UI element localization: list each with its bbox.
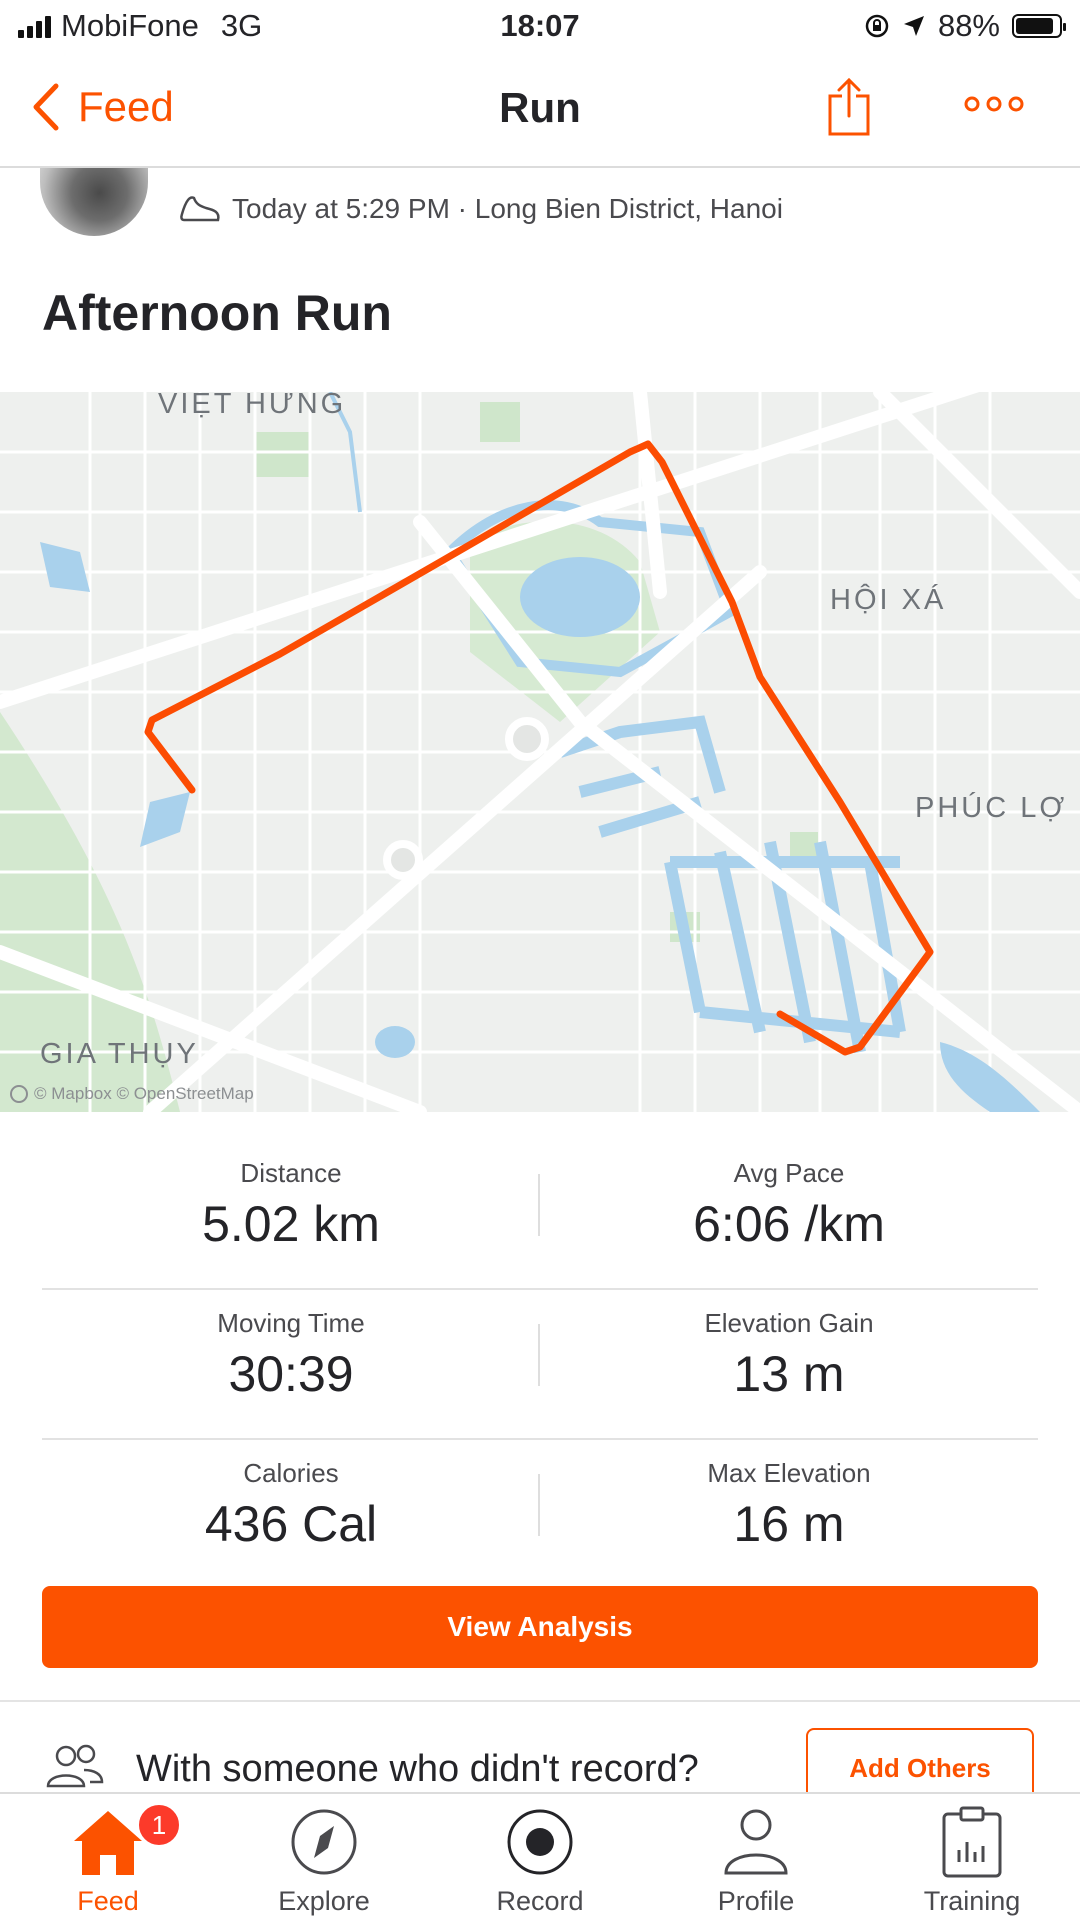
route-map[interactable]: VIỆT HƯNG HỘI XÁ PHÚC LỢ GIA THỤY © Mapb… [0, 392, 1080, 1112]
tab-label: Profile [717, 1886, 795, 1916]
stat-max-elevation: Max Elevation 16 m [540, 1458, 1038, 1553]
stats-grid: Distance 5.02 km Avg Pace 6:06 /km Movin… [42, 1140, 1038, 1588]
status-bar: MobiFone 3G 18:07 88% [0, 0, 1080, 54]
mapbox-logo-icon [10, 1085, 28, 1103]
tab-explore[interactable]: Explore [216, 1802, 432, 1917]
stat-row: Distance 5.02 km Avg Pace 6:06 /km [42, 1140, 1038, 1290]
nav-header: Feed Run [0, 54, 1080, 168]
stat-elevation-gain: Elevation Gain 13 m [540, 1308, 1038, 1403]
roundabout [505, 717, 549, 761]
rotation-lock-icon [865, 14, 889, 38]
stat-value: 13 m [733, 1346, 845, 1402]
compass-icon [291, 1809, 357, 1875]
map-label-viet-hung: VIỆT HƯNG [158, 392, 347, 420]
share-icon[interactable] [826, 76, 872, 138]
attribution-text: © Mapbox © OpenStreetMap [34, 1084, 254, 1103]
stat-value: 436 Cal [204, 1496, 378, 1552]
tab-record[interactable]: Record [432, 1802, 648, 1917]
park-area [255, 432, 310, 477]
lake [520, 557, 640, 637]
tab-label: Record [496, 1886, 584, 1916]
activity-meta: Today at 5:29 PM · Long Bien District, H… [178, 192, 783, 226]
map-canvas [0, 392, 1080, 1112]
stat-value: 16 m [733, 1496, 845, 1552]
map-label-phuc-loi: PHÚC LỢ [915, 792, 1068, 824]
stat-label: Calories [243, 1458, 339, 1488]
notification-badge: 1 [136, 1802, 182, 1848]
tab-profile[interactable]: Profile [648, 1802, 864, 1917]
stat-moving-time: Moving Time 30:39 [42, 1308, 540, 1403]
stat-row: Moving Time 30:39 Elevation Gain 13 m [42, 1290, 1038, 1440]
map-label-gia-thuy: GIA THỤY [40, 1038, 199, 1070]
record-icon [507, 1809, 573, 1875]
battery-percent: 88% [937, 8, 1000, 43]
view-analysis-button[interactable]: View Analysis [42, 1586, 1038, 1668]
stat-row: Calories 436 Cal Max Elevation 16 m [42, 1440, 1038, 1588]
pond [40, 542, 90, 592]
clipboard-chart-icon [942, 1806, 1002, 1878]
roundabout [383, 840, 423, 880]
stat-calories: Calories 436 Cal [42, 1458, 540, 1553]
tab-feed[interactable]: 1 Feed [0, 1802, 216, 1917]
tab-label: Feed [77, 1886, 139, 1916]
more-options-icon[interactable] [964, 94, 1024, 114]
tab-label: Training [923, 1886, 1021, 1916]
stat-value: 5.02 km [202, 1196, 380, 1252]
home-icon [74, 1811, 142, 1875]
map-attribution[interactable]: © Mapbox © OpenStreetMap [10, 1084, 254, 1104]
stat-label: Distance [240, 1158, 342, 1188]
stat-avg-pace: Avg Pace 6:06 /km [540, 1158, 1038, 1253]
stat-value: 30:39 [228, 1346, 354, 1402]
people-icon [46, 1744, 104, 1788]
pond [140, 792, 190, 847]
stat-label: Max Elevation [707, 1458, 871, 1488]
with-others-row: With someone who didn't record? Add Othe… [0, 1704, 1080, 1808]
park-area [480, 402, 520, 442]
pond [375, 1026, 415, 1058]
stat-distance: Distance 5.02 km [42, 1158, 540, 1253]
location-arrow-icon [903, 16, 924, 36]
with-others-text: With someone who didn't record? [136, 1748, 699, 1790]
tab-training[interactable]: Training [864, 1802, 1080, 1917]
tab-label: Explore [278, 1886, 370, 1916]
battery-icon [1012, 14, 1066, 38]
stat-label: Avg Pace [733, 1158, 845, 1188]
stat-label: Moving Time [217, 1308, 365, 1338]
stat-value: 6:06 /km [693, 1196, 885, 1252]
divider [0, 1700, 1080, 1702]
shoe-icon [180, 196, 220, 222]
map-label-hoi-xa: HỘI XÁ [830, 584, 947, 616]
activity-meta-text: Today at 5:29 PM · Long Bien District, H… [232, 193, 783, 224]
stat-label: Elevation Gain [704, 1308, 874, 1338]
profile-icon [724, 1809, 788, 1875]
page-title: Run [499, 84, 581, 131]
activity-title: Afternoon Run [42, 285, 392, 341]
tab-bar: 1 Feed Explore Record Profile Training [0, 1792, 1080, 1920]
